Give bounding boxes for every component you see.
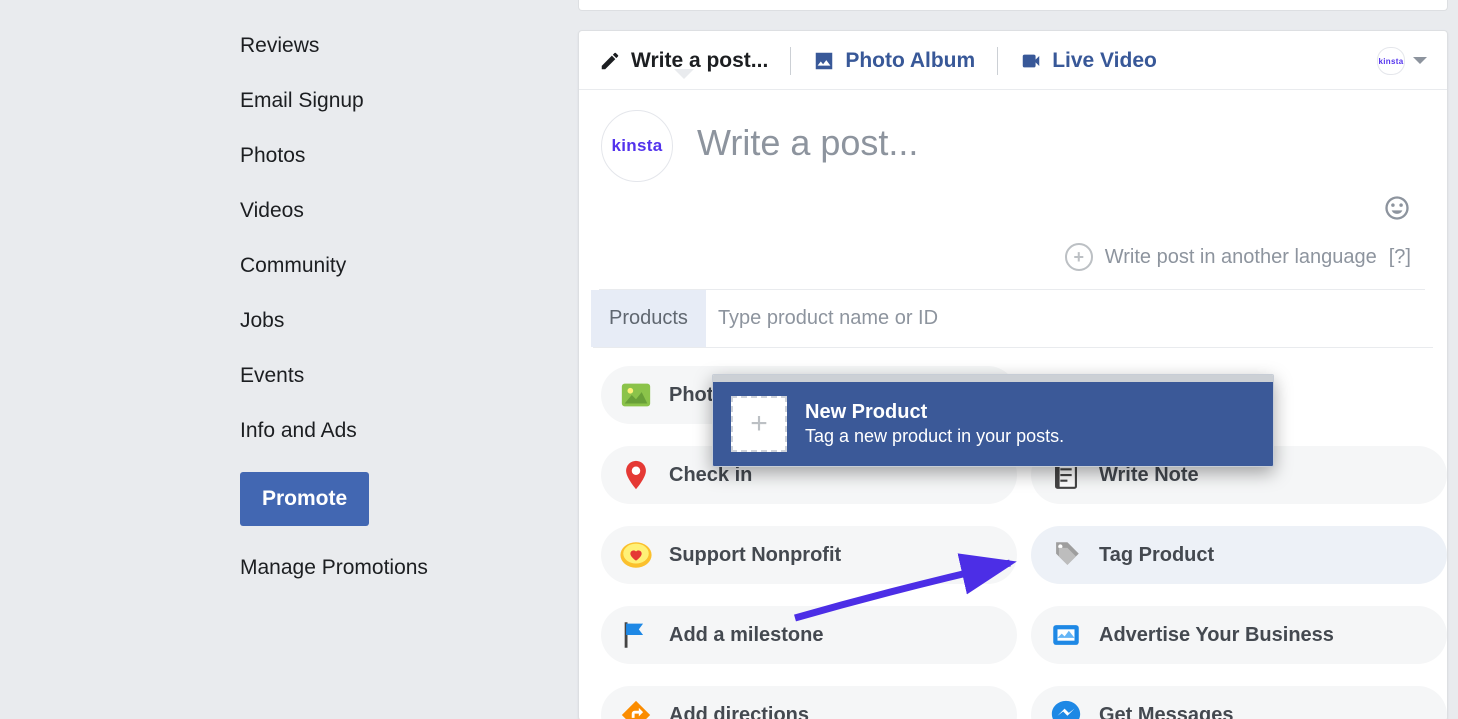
photo-album-icon <box>813 50 835 72</box>
tab-live-label: Live Video <box>1052 49 1157 73</box>
chevron-down-icon[interactable] <box>1413 57 1427 71</box>
products-field-label: Products <box>591 290 706 347</box>
write-other-language[interactable]: Write post in another language <box>1105 246 1377 269</box>
composer-tabs: Write a post... Photo Album Live Video k… <box>579 31 1447 90</box>
plus-placeholder-icon: + <box>731 396 787 452</box>
sidebar-item-videos[interactable]: Videos <box>240 183 540 238</box>
ad-image-icon <box>1049 618 1083 652</box>
price-tag-icon <box>1049 538 1083 572</box>
dropdown-item-subtitle: Tag a new product in your posts. <box>805 426 1064 447</box>
promote-button[interactable]: Promote <box>240 472 369 526</box>
action-add-milestone[interactable]: Add a milestone <box>601 606 1017 664</box>
sidebar-item-community[interactable]: Community <box>240 238 540 293</box>
tab-separator <box>997 47 998 75</box>
dropdown-item-title: New Product <box>805 401 1064 424</box>
tab-separator <box>790 47 791 75</box>
sidebar-item-info-ads[interactable]: Info and Ads <box>240 403 540 458</box>
coin-heart-icon <box>619 538 653 572</box>
action-label: Advertise Your Business <box>1099 624 1334 647</box>
sidebar-item-events[interactable]: Events <box>240 348 540 403</box>
manage-promotions-link[interactable]: Manage Promotions <box>240 526 540 580</box>
plus-circle-icon[interactable]: + <box>1065 243 1093 271</box>
action-label: Support Nonprofit <box>669 544 841 567</box>
action-tag-product[interactable]: Tag Product <box>1031 526 1447 584</box>
tab-write-post[interactable]: Write a post... <box>599 45 768 77</box>
products-input[interactable] <box>706 290 1447 347</box>
dropdown-new-product[interactable]: + New Product Tag a new product in your … <box>713 382 1273 466</box>
action-add-directions[interactable]: Add directions <box>601 686 1017 719</box>
previous-card-edge <box>578 0 1448 11</box>
sidebar-item-photos[interactable]: Photos <box>240 128 540 183</box>
picture-icon <box>619 378 653 412</box>
tab-photo-album[interactable]: Photo Album <box>813 45 975 77</box>
sidebar-item-jobs[interactable]: Jobs <box>240 293 540 348</box>
action-label: Get Messages <box>1099 704 1234 719</box>
messenger-icon <box>1049 698 1083 719</box>
posting-as-avatar[interactable]: kinsta <box>1377 47 1405 75</box>
page-avatar: kinsta <box>601 110 673 182</box>
tab-album-label: Photo Album <box>845 49 975 73</box>
action-label: Tag Product <box>1099 544 1214 567</box>
action-advertise-business[interactable]: Advertise Your Business <box>1031 606 1447 664</box>
tab-write-label: Write a post... <box>631 49 768 73</box>
products-row: Products <box>591 290 1447 347</box>
pencil-icon <box>599 50 621 72</box>
action-support-nonprofit[interactable]: Support Nonprofit <box>601 526 1017 584</box>
action-label: Add a milestone <box>669 624 823 647</box>
tab-live-video[interactable]: Live Video <box>1020 45 1157 77</box>
post-text-input[interactable]: Write a post... <box>697 110 1425 164</box>
flag-icon <box>619 618 653 652</box>
sidebar-item-email-signup[interactable]: Email Signup <box>240 73 540 128</box>
camcorder-icon <box>1020 50 1042 72</box>
directions-icon <box>619 698 653 719</box>
action-get-messages[interactable]: Get Messages <box>1031 686 1447 719</box>
action-label: Add directions <box>669 704 809 719</box>
emoji-picker-icon[interactable] <box>1383 194 1411 222</box>
map-pin-icon <box>619 458 653 492</box>
product-autocomplete-dropdown: + New Product Tag a new product in your … <box>712 374 1274 467</box>
page-sidebar: Reviews Email Signup Photos Videos Commu… <box>240 18 540 580</box>
help-link[interactable]: [?] <box>1389 246 1411 269</box>
sidebar-item-reviews[interactable]: Reviews <box>240 18 540 73</box>
